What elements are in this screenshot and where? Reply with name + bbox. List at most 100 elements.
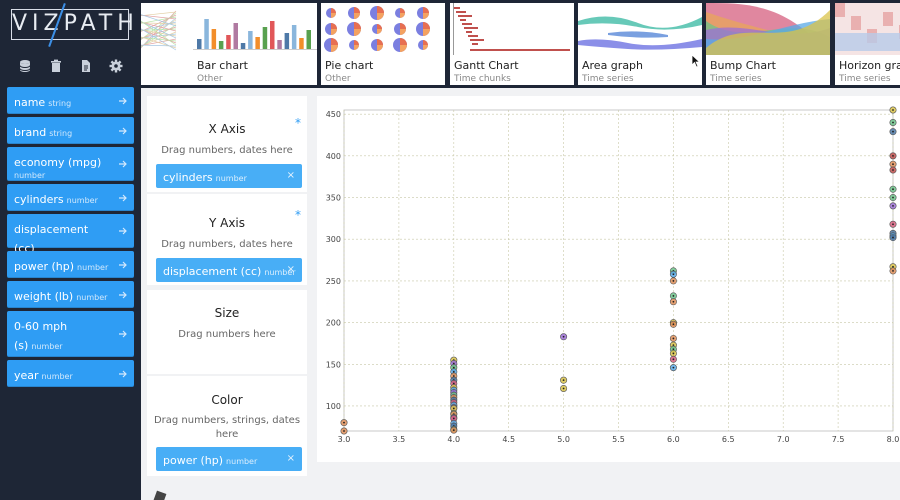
size-title: Size <box>214 306 240 320</box>
chart-thumbnail <box>321 3 445 55</box>
scatter-point-center <box>452 362 455 365</box>
size-shelf[interactable]: Size Drag numbers here <box>147 290 307 374</box>
y-tick-label: 350 <box>326 194 341 203</box>
chart-card-title: Bump Chart <box>710 59 776 72</box>
y-axis-pill[interactable]: displacement (cc) number × <box>156 258 302 282</box>
arrow-right-icon <box>118 367 128 381</box>
chart-card-bump[interactable]: Bump Chart Time series <box>706 3 830 85</box>
chart-card-gantt[interactable]: Gantt Chart Time chunks <box>450 3 574 85</box>
arrow-right-icon <box>118 327 128 341</box>
plot-panel: 3.0 3.5 4.0 4.5 5.0 5.5 6.0 6.5 7.0 7.5 8.0 100 150 2… <box>317 96 900 462</box>
arrow-right-icon <box>118 258 128 272</box>
x-axis-pill[interactable]: cylinders number × <box>156 164 302 188</box>
field-type: number <box>77 263 109 272</box>
chart-card-pie[interactable]: Pie chart Other <box>321 3 445 85</box>
scatter-point-center <box>343 421 345 424</box>
color-pill[interactable]: power (hp) number × <box>156 447 302 471</box>
trash-icon[interactable] <box>49 58 63 72</box>
chart-card-title: Horizon gra <box>839 59 900 72</box>
arrow-right-icon <box>118 94 128 108</box>
field-name: weight (lb) <box>14 290 74 303</box>
chart-card-subtitle: Time series <box>582 74 634 84</box>
scatter-point-center <box>892 154 894 157</box>
scatter-point-center <box>672 273 675 276</box>
x-tick-label: 3.5 <box>393 435 406 444</box>
field-name: economy (mpg) <box>14 156 102 169</box>
file-icon[interactable] <box>79 58 93 72</box>
pill-type: number <box>215 174 247 183</box>
scatter-point-center <box>452 370 455 373</box>
remove-icon[interactable]: × <box>287 164 295 188</box>
pill-name: displacement (cc) <box>163 265 262 278</box>
y-axis-hint: Drag numbers, dates here <box>161 239 293 250</box>
scatter-plot[interactable]: 3.0 3.5 4.0 4.5 5.0 5.5 6.0 6.5 7.0 7.5 8.0 100 150 2… <box>317 96 900 462</box>
scatter-point-center <box>892 169 894 171</box>
scatter-point-center <box>672 366 675 369</box>
field-name[interactable]: name string <box>7 87 134 114</box>
x-axis-shelf[interactable]: X Axis * Drag numbers, dates here cylind… <box>147 96 307 192</box>
logo-text: VIZPATH <box>12 11 139 36</box>
scatter-point-center <box>892 130 894 133</box>
field-weight-lb[interactable]: weight (lb) number <box>7 281 134 308</box>
arrow-right-icon <box>118 288 128 302</box>
color-title: Color <box>211 393 243 407</box>
chart-card-subtitle: Other <box>197 74 223 84</box>
x-tick-label: 4.0 <box>447 435 460 444</box>
y-axis-shelf[interactable]: Y Axis * Drag numbers, dates here displa… <box>147 194 307 285</box>
pill-type: number <box>226 457 258 466</box>
scatter-point-center <box>892 270 894 272</box>
remove-icon[interactable]: × <box>287 258 295 282</box>
field-type: number <box>14 171 46 180</box>
field-0-60-mph-s[interactable]: 0-60 mph (s) number <box>7 311 134 357</box>
chart-thumbnail <box>450 3 574 55</box>
x-axis-hint: Drag numbers, dates here <box>161 145 293 156</box>
scatter-point-center <box>672 337 675 340</box>
field-economy-mpg[interactable]: economy (mpg) number <box>7 147 134 181</box>
scatter-point-center <box>892 196 894 199</box>
remove-icon[interactable]: × <box>287 447 295 471</box>
scatter-point-center <box>672 280 675 282</box>
encoding-shelves: X Axis * Drag numbers, dates here cylind… <box>141 88 312 500</box>
y-tick-label: 200 <box>326 319 341 328</box>
chart-card-area[interactable]: Area graph Time series <box>578 3 702 85</box>
field-type: number <box>41 372 73 381</box>
scatter-point-center <box>562 379 565 382</box>
size-hint: Drag numbers here <box>178 329 276 340</box>
chart-card-title: Area graph <box>582 59 644 72</box>
field-list: name string brand string economy (mpg) number… <box>7 87 134 390</box>
field-power-hp[interactable]: power (hp) number <box>7 251 134 278</box>
field-year[interactable]: year number <box>7 360 134 387</box>
field-name: year <box>14 369 39 382</box>
x-tick-label: 6.5 <box>722 435 735 444</box>
database-icon[interactable] <box>18 58 32 72</box>
chart-thumbnail <box>706 3 830 55</box>
y-tick-label: 250 <box>326 277 341 286</box>
scatter-point-center <box>562 335 565 338</box>
scatter-point-center <box>452 417 455 420</box>
scatter-point-center <box>452 429 455 432</box>
gear-icon[interactable] <box>109 58 123 73</box>
chart-card-subtitle: Time series <box>710 74 762 84</box>
color-hint: Drag numbers, strings, dates here <box>153 415 301 440</box>
chart-card-bar[interactable]: Bar chart Other <box>193 3 317 85</box>
x-tick-label: 6.0 <box>667 435 680 444</box>
field-name: cylinders <box>14 193 64 206</box>
field-displacement-cc[interactable]: displacement (cc)number <box>7 214 134 266</box>
scatter-point-center <box>892 223 894 226</box>
sidebar: VIZPATH name string brand string economy (mp… <box>0 0 141 500</box>
arrow-right-icon <box>118 224 128 238</box>
arrow-right-icon <box>118 157 128 171</box>
tag-icon <box>153 490 167 500</box>
sidebar-toolbar <box>0 58 141 74</box>
app-logo[interactable]: VIZPATH <box>11 3 134 47</box>
field-name: power (hp) <box>14 260 75 273</box>
field-name: brand <box>14 126 47 139</box>
scatter-point-center <box>562 387 565 390</box>
chart-card-horizon[interactable]: Horizon gra Time series <box>835 3 900 85</box>
field-brand[interactable]: brand string <box>7 117 134 144</box>
color-shelf[interactable]: Color Drag numbers, strings, dates here … <box>147 376 307 476</box>
x-tick-label: 5.5 <box>612 435 625 444</box>
chart-thumbnail <box>578 3 702 55</box>
field-name: name <box>14 96 46 109</box>
field-cylinders[interactable]: cylinders number <box>7 184 134 211</box>
